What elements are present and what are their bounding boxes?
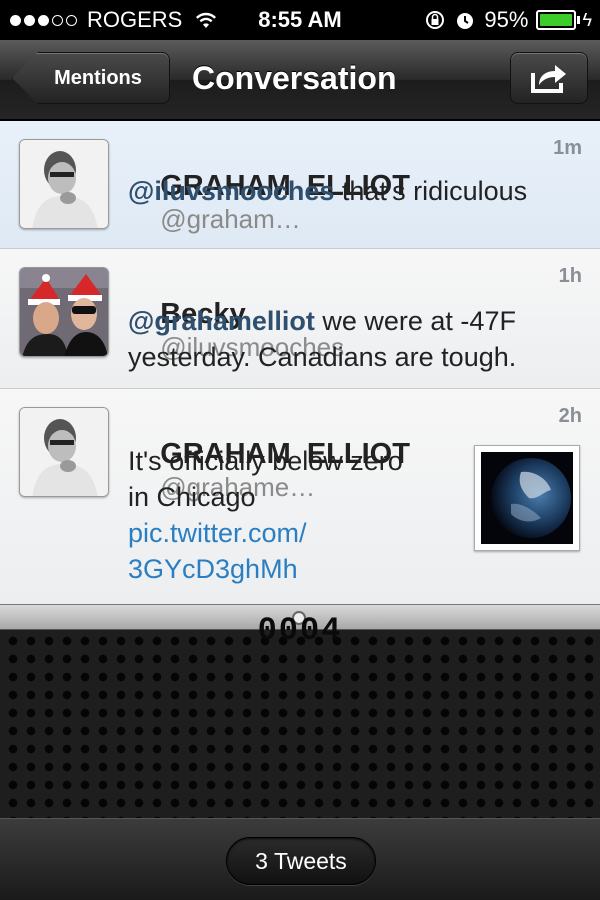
bottom-toolbar: 3 Tweets — [0, 818, 600, 900]
tweet-item[interactable]: Becky @iluvsmooches 1h @grahamelliot we … — [0, 249, 600, 389]
tweet-text: It's officially below zero in Chicago pi… — [128, 443, 403, 587]
rotation-lock-icon — [426, 11, 445, 29]
earth-image — [481, 452, 573, 544]
tweet-item[interactable]: GRAHAM ELLIOT @graham… 1m @iluvsmooches … — [0, 121, 600, 249]
tweet-body: that's ridiculous — [334, 176, 528, 206]
status-bar: ROGERS 8:55 AM 95% ϟ — [0, 0, 600, 40]
avatar[interactable] — [19, 267, 109, 357]
tweet-counter: 0004 — [257, 612, 343, 649]
tweet-body-line: yesterday. Canadians are tough. — [128, 342, 517, 372]
battery-percentage: 95% — [484, 7, 529, 32]
tweet-timestamp: 1m — [553, 137, 582, 159]
back-button-mentions[interactable]: Mentions — [12, 52, 170, 104]
mention-link[interactable]: @grahamelliot — [128, 306, 315, 336]
perforated-background — [0, 630, 600, 818]
tweet-link[interactable]: 3GYcD3ghMh — [128, 551, 403, 587]
navigation-bar: Mentions Conversation — [0, 40, 600, 120]
charging-icon: ϟ — [582, 9, 592, 30]
page-title: Conversation — [192, 60, 397, 96]
tweet-timestamp: 2h — [558, 405, 582, 427]
avatar[interactable] — [19, 139, 109, 229]
tweet-link[interactable]: pic.twitter.com/ — [128, 515, 403, 551]
tweet-item[interactable]: GRAHAM ELLIOT @grahame… 2h It's official… — [0, 389, 600, 604]
tweet-count-button[interactable]: 3 Tweets — [226, 837, 376, 885]
mention-link[interactable]: @iluvsmooches — [128, 176, 334, 206]
avatar[interactable] — [19, 407, 109, 497]
tweet-body-line: It's officially below zero — [128, 446, 403, 476]
share-icon — [531, 65, 566, 93]
media-thumbnail[interactable] — [474, 445, 580, 551]
share-button[interactable] — [510, 52, 588, 104]
tweet-text: @iluvsmooches that's ridiculous — [128, 173, 527, 209]
tweet-timestamp: 1h — [558, 265, 582, 287]
tweet-body-line: in Chicago — [128, 482, 256, 512]
alarm-icon — [457, 13, 474, 29]
tweet-text: @grahamelliot we were at -47F yesterday.… — [128, 303, 516, 375]
battery-icon: ϟ — [536, 10, 592, 31]
tweet-body-line: we were at -47F — [314, 306, 516, 336]
